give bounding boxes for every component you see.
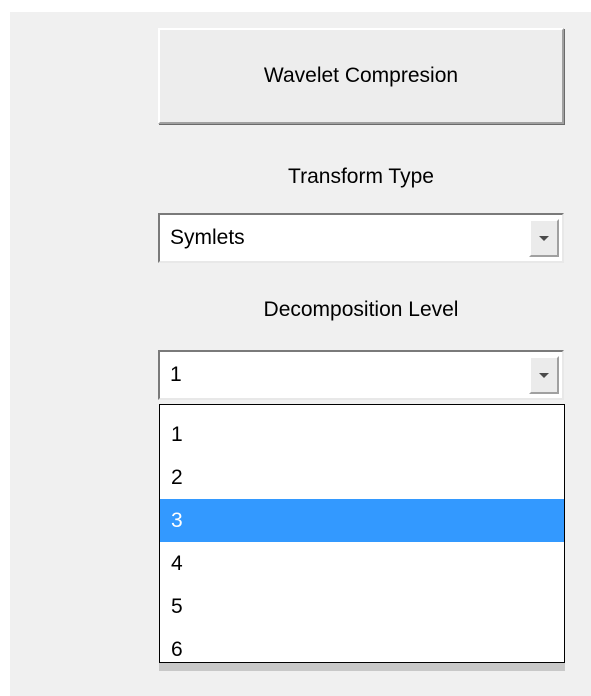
wavelet-compression-button[interactable]: Wavelet Compresion — [158, 28, 564, 124]
decomposition-level-select[interactable]: 1 — [158, 350, 564, 400]
decomposition-level-label: Decomposition Level — [263, 298, 459, 321]
option-5[interactable]: 5 — [160, 585, 564, 628]
decomposition-level-dropdown-button[interactable] — [529, 356, 559, 394]
decomposition-level-options: 1 2 3 4 5 6 — [159, 404, 565, 663]
decomposition-level-value: 1 — [170, 363, 182, 386]
option-6[interactable]: 6 — [160, 628, 564, 671]
transform-type-value: Symlets — [170, 226, 245, 249]
transform-type-label: Transform Type — [288, 165, 434, 188]
chevron-down-icon — [539, 372, 549, 378]
option-1[interactable]: 1 — [160, 413, 564, 456]
transform-type-select[interactable]: Symlets — [158, 213, 564, 263]
chevron-down-icon — [539, 235, 549, 241]
wavelet-compression-label: Wavelet Compresion — [263, 64, 459, 87]
option-3[interactable]: 3 — [160, 499, 564, 542]
option-4[interactable]: 4 — [160, 542, 564, 585]
transform-type-dropdown-button[interactable] — [529, 219, 559, 257]
option-2[interactable]: 2 — [160, 456, 564, 499]
